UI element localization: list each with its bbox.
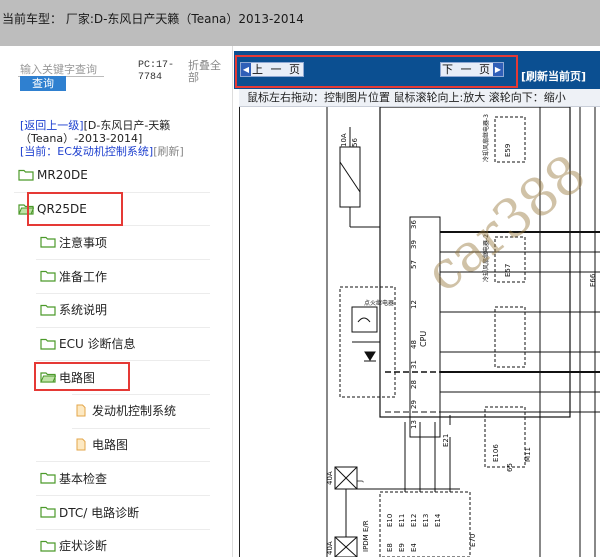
refresh-link[interactable]: [刷新] [153, 145, 184, 158]
tree-item[interactable]: 注意事项 [40, 229, 107, 255]
folder-closed-icon [40, 270, 59, 282]
cpu-label: CPU [419, 331, 428, 347]
connector-e66: E66 [589, 273, 597, 287]
highlight-box-circuit [34, 362, 130, 391]
fuse-amp: 10A [340, 133, 348, 147]
connector-e65: 65 [506, 463, 514, 472]
connector-e106: E106 [492, 444, 500, 462]
connector-m11: M11 [524, 447, 532, 462]
tree-divider [36, 461, 210, 463]
tree-item[interactable]: MR20DE [18, 162, 88, 188]
pin-label: 39 [410, 240, 418, 249]
tree-item-label: 注意事项 [59, 235, 108, 250]
highlight-box-qr25de [27, 192, 123, 226]
e-code-b: E8 [386, 543, 394, 552]
folder-closed-icon [40, 338, 59, 350]
e-code-b: E9 [398, 543, 406, 552]
search-input[interactable] [18, 62, 104, 77]
e-code: E12 [410, 514, 418, 527]
breadcrumb: [返回上一级][D-东风日产-天籁（Teana）-2013-2014] [当前：… [20, 119, 230, 158]
pin-label: 31 [410, 360, 418, 369]
pin-label: 28 [410, 380, 418, 389]
current-location: [当前：EC发动机控制系统] [20, 145, 154, 158]
collapse-all-link[interactable]: 折叠全部 [188, 60, 230, 84]
tree-divider [72, 427, 210, 429]
tree-divider [72, 393, 210, 395]
e-code: E14 [434, 513, 442, 527]
tree-divider [36, 259, 210, 261]
folder-closed-icon [40, 304, 59, 316]
wiring-diagram[interactable]: 36 39 57 12 48 31 28 29 13 CPU 10A 56 E2… [239, 106, 600, 557]
tree-item-label: MR20DE [37, 168, 88, 182]
tree-item[interactable]: DTC/ 电路诊断 [40, 499, 139, 525]
pc-info: PC:17-7784 [138, 60, 175, 83]
refresh-page-button[interactable]: [刷新当前页] [521, 68, 586, 84]
usage-hint: 鼠标左右拖动：控制图片位置 鼠标滚轮向上:放大 滚轮向下：缩小 [239, 89, 600, 107]
tree-item-label: 准备工作 [59, 269, 108, 284]
e-code: E10 [386, 514, 394, 527]
connector-e59: E59 [504, 144, 512, 157]
connector-e57: E57 [504, 264, 512, 277]
connector-e21: E21 [442, 434, 450, 447]
tree-divider [36, 292, 210, 294]
tree-item-label: 电路图 [92, 438, 129, 453]
tree-item-label: 发动机控制系统 [92, 404, 177, 419]
folder-closed-icon [40, 236, 59, 248]
tree-divider [36, 326, 210, 328]
tree-item-label: ECU 诊断信息 [59, 337, 136, 351]
pin-label: 57 [410, 260, 418, 269]
tree-item-label: 系统说明 [59, 303, 108, 318]
pin-label: 12 [410, 300, 418, 309]
e-code-b: E4 [410, 543, 418, 552]
tree-item[interactable]: 系统说明 [40, 297, 107, 323]
tree-item[interactable]: 发动机控制系统 [76, 398, 176, 424]
document-icon [76, 404, 92, 417]
pin-label: 36 [410, 220, 418, 229]
tree-divider [36, 528, 210, 530]
tree-item-label: DTC/ 电路诊断 [59, 505, 140, 520]
title-bar: 当前车型： 厂家:D-东风日产天籁（Teana）2013-2014 [0, 0, 600, 46]
tree-item[interactable]: 症状诊断 [40, 533, 107, 557]
viewer-panel: ◀ 上 一 页 下 一 页 ▶ [刷新当前页] 鼠标左右拖动：控制图片位置 鼠标… [234, 46, 600, 557]
relay-label: 冷却风扇继电器-3 [482, 114, 490, 162]
search-button[interactable]: 查询 [20, 76, 66, 91]
left-panel: 查询 PC:17-7784 折叠全部 [返回上一级][D-东风日产-天籁（Tea… [0, 46, 233, 557]
fuse-40a-b: 40A [326, 541, 334, 555]
highlight-box-pagination [235, 55, 518, 88]
folder-closed-icon [40, 506, 59, 518]
document-icon [76, 438, 92, 451]
back-link[interactable]: [返回上一级] [20, 119, 84, 132]
fuse-number: 56 [351, 138, 359, 147]
app-window: 当前车型： 厂家:D-东风日产天籁（Teana）2013-2014 查询 PC:… [0, 0, 600, 557]
tree-item-label: 基本检查 [59, 471, 108, 486]
folder-closed-icon [40, 472, 59, 484]
tree-item[interactable]: 基本检查 [40, 465, 107, 491]
pin-label: 13 [410, 420, 418, 429]
tree-item[interactable]: 准备工作 [40, 263, 107, 289]
tree-item-label: 症状诊断 [59, 539, 108, 554]
folder-closed-icon [40, 540, 59, 552]
tree-divider [36, 495, 210, 496]
pin-label: 48 [410, 340, 418, 349]
folder-closed-icon [18, 169, 37, 181]
ipdm-label: IPDM E/R [362, 520, 370, 552]
tree-item[interactable]: 电路图 [76, 432, 128, 458]
pin-label: 29 [410, 400, 418, 409]
relay-label: 点火继电器 [364, 299, 394, 307]
fuse-40a: 40A [326, 471, 334, 485]
tree-item[interactable]: ECU 诊断信息 [40, 331, 136, 357]
fuse-40a-number: J [356, 480, 364, 483]
vehicle-title: 当前车型： 厂家:D-东风日产天籁（Teana）2013-2014 [2, 12, 304, 26]
e-code: E11 [398, 514, 406, 527]
e-code: E13 [422, 514, 430, 527]
connector-e70: E70 [469, 534, 477, 547]
